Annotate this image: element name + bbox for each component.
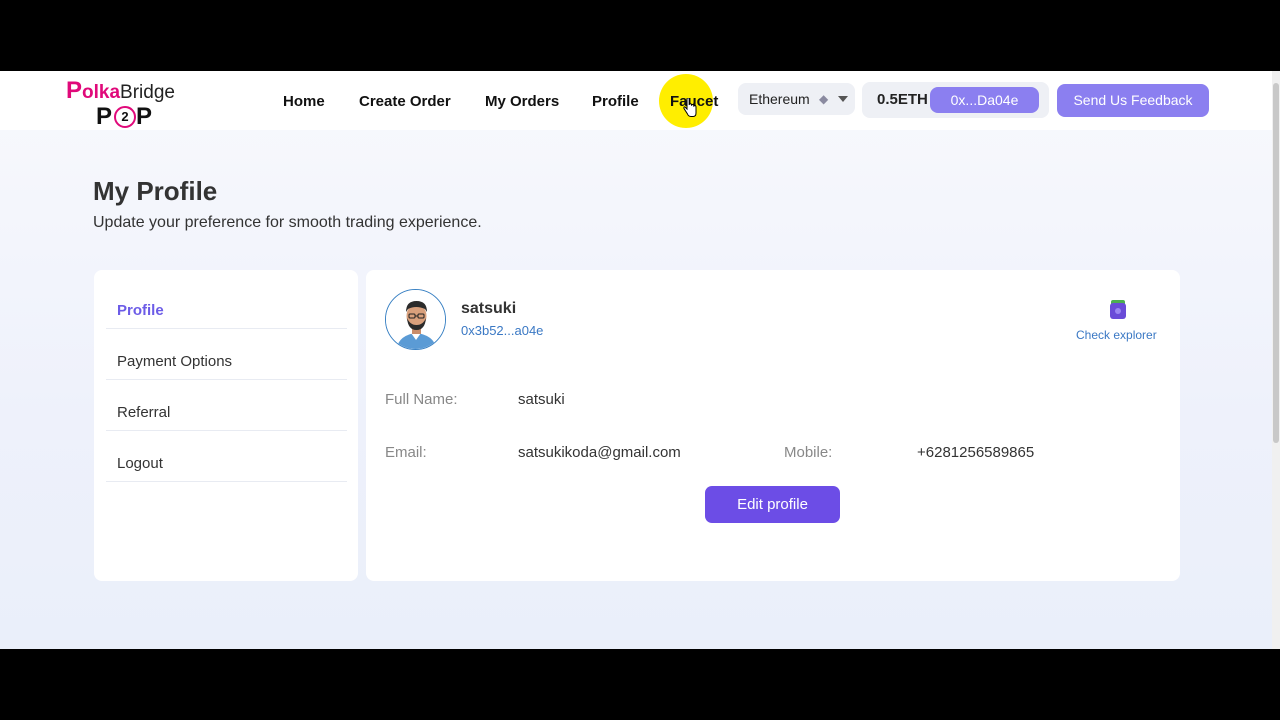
letterbox-top [0, 0, 1280, 71]
email-label: Email: [385, 444, 427, 461]
profile-wallet-address[interactable]: 0x3b52...a04e [461, 323, 543, 338]
full-name-label: Full Name: [385, 391, 458, 408]
profile-sidebar: Profile Payment Options Referral Logout [94, 270, 358, 581]
mobile-label: Mobile: [784, 444, 833, 461]
network-label: Ethereum [749, 91, 810, 107]
letterbox-bottom [0, 649, 1280, 720]
sidebar-item-label: Referral [117, 404, 171, 421]
wallet-icon[interactable] [1109, 298, 1127, 320]
avatar-illustration [386, 290, 445, 349]
network-selector[interactable]: Ethereum ◆ [738, 83, 855, 115]
sidebar-item-label: Logout [117, 455, 163, 472]
page-subtitle: Update your preference for smooth tradin… [93, 214, 482, 231]
page-title: My Profile [93, 176, 218, 206]
nav-home[interactable]: Home [283, 93, 325, 110]
mobile-value: +6281256589865 [917, 444, 1035, 461]
sidebar-item-logout[interactable]: Logout [106, 431, 347, 482]
wallet-address-button[interactable]: 0x...Da04e [930, 87, 1039, 113]
profile-card: satsuki 0x3b52...a04e Check explorer Ful… [366, 270, 1180, 581]
sidebar-item-label: Payment Options [117, 353, 233, 370]
logo-p2p: P2P [96, 103, 155, 130]
hand-cursor-icon [683, 98, 697, 117]
nav-profile[interactable]: Profile [592, 93, 639, 110]
sidebar-item-profile[interactable]: Profile [106, 278, 347, 329]
send-feedback-button[interactable]: Send Us Feedback [1057, 84, 1209, 117]
ethereum-icon: ◆ [819, 92, 829, 106]
wallet-panel: 0.5ETH 0x...Da04e [862, 82, 1049, 118]
edit-profile-button[interactable]: Edit profile [705, 486, 840, 523]
full-name-value: satsuki [518, 391, 565, 408]
logo-wordmark: PolkaBridge [66, 77, 175, 104]
sidebar-item-payment-options[interactable]: Payment Options [106, 329, 347, 380]
chevron-down-icon [838, 96, 848, 102]
nav-my-orders[interactable]: My Orders [485, 93, 559, 110]
avatar [385, 289, 446, 350]
top-navbar: PolkaBridge P2P Home Create Order My Ord… [0, 71, 1272, 130]
polkabridge-p2p-logo[interactable]: PolkaBridge P2P [66, 73, 186, 130]
scrollbar-thumb[interactable] [1273, 83, 1279, 443]
browser-viewport: PolkaBridge P2P Home Create Order My Ord… [0, 71, 1280, 649]
profile-username: satsuki [461, 300, 517, 317]
nav-create-order[interactable]: Create Order [359, 93, 451, 110]
wallet-balance: 0.5ETH [877, 91, 928, 108]
page-scrollbar[interactable] [1272, 71, 1280, 649]
sidebar-item-referral[interactable]: Referral [106, 380, 347, 431]
email-value: satsukikoda@gmail.com [518, 444, 681, 461]
sidebar-item-label: Profile [117, 302, 164, 319]
check-explorer-link[interactable]: Check explorer [1076, 328, 1157, 342]
